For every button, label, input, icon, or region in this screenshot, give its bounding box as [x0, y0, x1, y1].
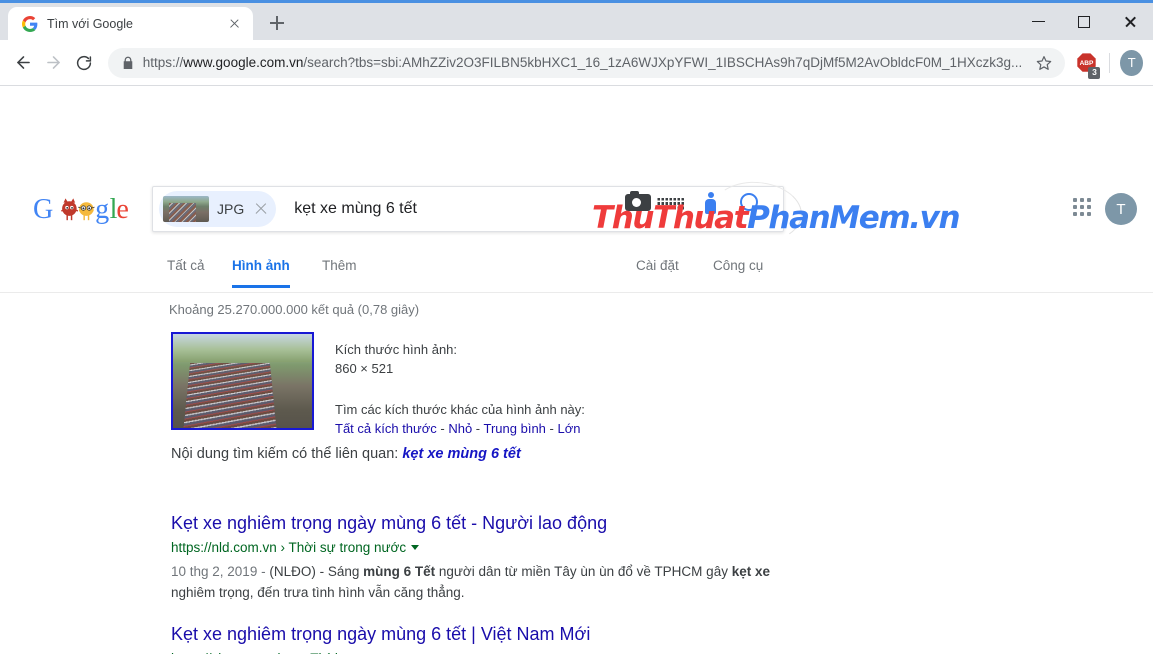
chip-format-label: JPG [217, 201, 245, 217]
settings-link[interactable]: Cài đặt [636, 258, 679, 273]
toolbar-divider [1109, 52, 1111, 73]
result-menu-caret-icon[interactable] [411, 545, 420, 550]
result-url[interactable]: https://nld.com.vn › Thời sự trong nước [171, 538, 811, 558]
extension-badge-count: 3 [1088, 66, 1101, 79]
tab-more[interactable]: Thêm [322, 258, 357, 285]
google-account-avatar[interactable]: T [1105, 193, 1137, 225]
url-scheme: https:// [142, 55, 184, 70]
result-date: 10 thg 2, 2019 - [171, 564, 270, 579]
reload-button[interactable] [70, 47, 98, 79]
url-path: /search?tbs=sbi:AMhZZiv2O3FILBN5kbHXC1_1… [303, 55, 1023, 70]
size-link-all[interactable]: Tất cả kích thước [335, 421, 437, 436]
other-sizes-label: Tìm các kích thước khác của hình ảnh này… [335, 402, 585, 417]
other-sizes-links: Tất cả kích thước - Nhỏ - Trung bình - L… [335, 419, 585, 438]
chip-remove-icon[interactable] [252, 200, 270, 218]
adblock-plus-icon[interactable]: ABP 3 [1073, 48, 1101, 79]
result-url-text: https://nld.com.vn › Thời sự trong nước [171, 540, 407, 555]
size-link-medium[interactable]: Trung bình [484, 421, 546, 436]
result-stats: Khoảng 25.270.000.000 kết quả (0,78 giây… [169, 302, 420, 317]
related-search-label: Nội dung tìm kiếm có thể liên quan: [171, 446, 399, 462]
search-result-item: Kẹt xe nghiêm trọng ngày mùng 6 tết - Ng… [171, 511, 811, 603]
search-result-item: Kẹt xe nghiêm trọng ngày mùng 6 tết | Vi… [171, 622, 811, 654]
result-title[interactable]: Kẹt xe nghiêm trọng ngày mùng 6 tết | Vi… [171, 622, 811, 646]
result-snippet: 10 thg 2, 2019 - (NLĐO) - Sáng mùng 6 Tế… [171, 561, 811, 603]
results-area: Khoảng 25.270.000.000 kết quả (0,78 giây… [0, 294, 1153, 654]
image-info-card [171, 332, 314, 430]
lock-icon [122, 56, 134, 70]
tab-all[interactable]: Tất cả [167, 258, 205, 285]
search-box[interactable]: JPG kẹt xe mùng 6 tết [152, 186, 784, 232]
address-bar[interactable]: https://www.google.com.vn/search?tbs=sbi… [107, 47, 1066, 78]
svg-text:g: g [95, 194, 109, 225]
result-url[interactable]: https://vietnammoi.vn › Thời sự [171, 649, 811, 654]
new-tab-button[interactable] [263, 9, 291, 37]
url-domain: www.google.com.vn [183, 55, 304, 70]
related-search-term[interactable]: kẹt xe mùng 6 tết [402, 446, 520, 462]
tab-strip: Tìm với Google [0, 3, 291, 40]
image-size-value: 860 × 521 [335, 361, 394, 376]
result-title[interactable]: Kẹt xe nghiêm trọng ngày mùng 6 tết - Ng… [171, 511, 811, 535]
url-text: https://www.google.com.vn/search?tbs=sbi… [143, 55, 1023, 70]
browser-toolbar: https://www.google.com.vn/search?tbs=sbi… [0, 40, 1153, 86]
google-header: G g l e JPG kẹt xe mùng 6 tết ThuThuatPh… [0, 86, 1153, 246]
source-image-thumbnail[interactable] [171, 332, 314, 430]
chip-thumbnail-image [163, 196, 209, 222]
chrome-profile-avatar[interactable]: T [1120, 49, 1144, 76]
tools-link[interactable]: Công cụ [713, 258, 763, 273]
google-logo[interactable]: G g l e [33, 192, 130, 226]
window-maximize-button[interactable] [1061, 3, 1107, 40]
search-query-text[interactable]: kẹt xe mùng 6 tết [294, 200, 417, 218]
tab-images[interactable]: Hình ảnh [232, 258, 290, 288]
image-size-label: Kích thước hình ảnh: [335, 342, 458, 357]
size-sep-1: - [436, 421, 449, 436]
size-link-large[interactable]: Lớn [557, 421, 580, 436]
size-link-small[interactable]: Nhỏ [448, 421, 472, 436]
page-content: G g l e JPG kẹt xe mùng 6 tết ThuThuatPh… [0, 86, 1153, 654]
tab-title: Tìm với Google [47, 16, 133, 31]
tab-close-icon[interactable] [226, 15, 243, 32]
bookmark-star-icon[interactable] [1031, 50, 1057, 76]
related-search: Nội dung tìm kiếm có thể liên quan: kẹt … [171, 446, 521, 462]
search-nav-tabs: Tất cả Hình ảnh Thêm Cài đặt Công cụ [0, 249, 1153, 293]
window-minimize-button[interactable] [1015, 3, 1061, 40]
browser-window: Tìm với Google https://www.google.com.vn… [0, 0, 1153, 654]
image-metadata: Kích thước hình ảnh: 860 × 521 Tìm các k… [335, 340, 585, 438]
size-sep-3: - [545, 421, 558, 436]
browser-tab[interactable]: Tìm với Google [8, 7, 253, 40]
apps-grid-icon[interactable] [1073, 198, 1091, 216]
size-sep-2: - [472, 421, 484, 436]
google-favicon-icon [22, 15, 38, 32]
browser-titlebar: Tìm với Google [0, 0, 1153, 40]
image-search-chip[interactable]: JPG [159, 191, 277, 227]
window-close-button[interactable] [1107, 3, 1153, 40]
svg-text:e: e [116, 194, 128, 225]
back-button[interactable] [10, 47, 38, 79]
window-controls [1015, 3, 1153, 40]
forward-button[interactable] [40, 47, 68, 79]
svg-text:G: G [33, 194, 53, 225]
